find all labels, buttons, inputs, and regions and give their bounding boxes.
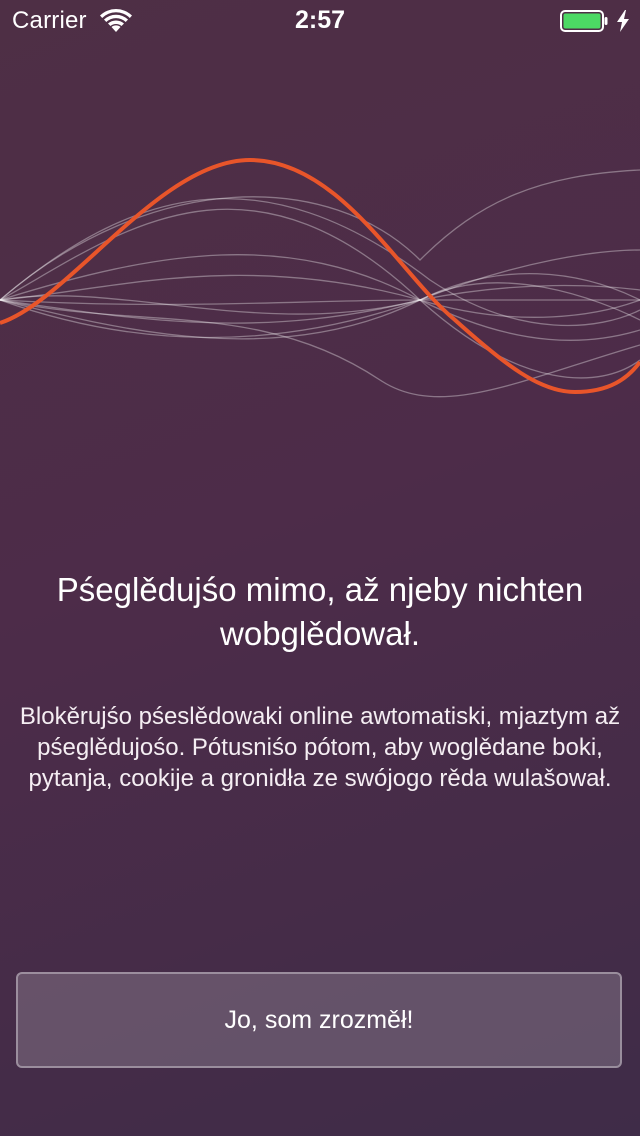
bolt-icon [617,10,629,32]
battery-full-icon [560,10,608,32]
status-bar: Carrier 2:57 [0,0,640,40]
sound-waves-illustration [0,157,640,398]
onboarding-headline: Pśeglědujśo mimo, až njeby nichten wobgl… [56,571,584,652]
confirm-button[interactable]: Jo, som zrozměł! [16,972,622,1068]
onboarding-description: Blokěrujśo pśeslědowaki online awtomatis… [19,703,621,792]
onboarding-screen: Carrier 2:57 Pśeglědujśo mimo, až njeby … [0,0,640,1136]
status-time: 2:57 [294,6,346,34]
